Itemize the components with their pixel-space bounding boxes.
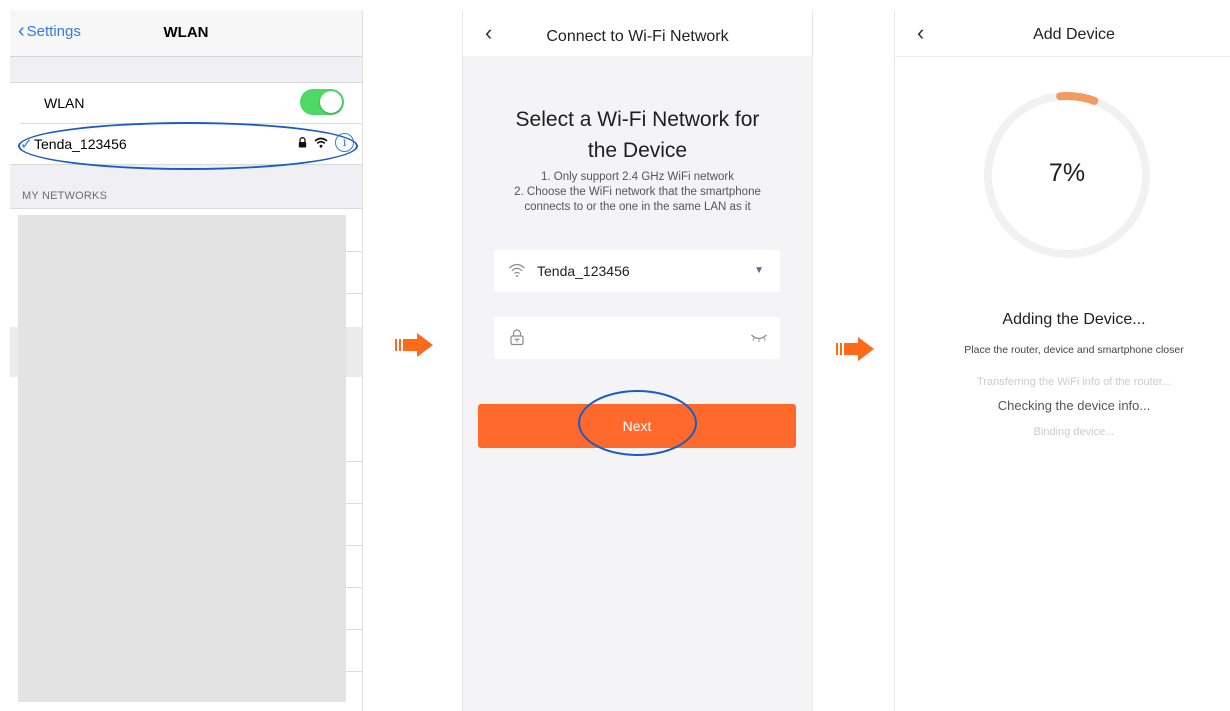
- app-nav-bar: ‹ Connect to Wi-Fi Network: [463, 10, 812, 56]
- checkmark-icon: ✓: [20, 136, 33, 153]
- eye-closed-icon[interactable]: [750, 332, 768, 344]
- note-line: 2. Choose the WiFi network that the smar…: [514, 186, 761, 198]
- progress-percent: 7%: [1048, 159, 1086, 187]
- next-button[interactable]: Next: [478, 404, 796, 448]
- my-networks-list: [10, 208, 362, 711]
- lock-icon: [298, 137, 307, 148]
- row-divider: [346, 251, 362, 252]
- row-divider: [346, 293, 362, 294]
- step-binding: Binding device...: [1033, 426, 1115, 438]
- status-subheading: Place the router, device and smartphone …: [964, 344, 1184, 356]
- wlan-group: WLAN ✓ Tenda_123456 i: [10, 82, 362, 165]
- network-name: Tenda_123456: [34, 136, 127, 152]
- wifi-icon: [509, 263, 525, 277]
- network-value: Tenda_123456: [537, 263, 630, 279]
- row-divider: [346, 503, 362, 504]
- heading-line: the Device: [587, 139, 688, 162]
- row-divider: [346, 461, 362, 462]
- wifi-signal-icon: [314, 137, 328, 148]
- page-title: WLAN: [163, 24, 209, 41]
- note-line: 1. Only support 2.4 GHz WiFi network: [540, 171, 734, 183]
- toggle-knob: [320, 91, 342, 113]
- heading-line: Select a Wi-Fi Network for: [515, 108, 760, 131]
- blurred-networks: [18, 215, 346, 702]
- step-transferring: Transferring the WiFi info of the router…: [976, 376, 1171, 388]
- wlan-label: WLAN: [44, 95, 85, 111]
- page-title: Add Device: [1033, 26, 1115, 43]
- network-select[interactable]: Tenda_123456 ▼: [494, 250, 780, 292]
- dropdown-arrow-icon: ▼: [754, 265, 764, 276]
- network-status-icons: i: [298, 133, 354, 152]
- page-title: Connect to Wi-Fi Network: [546, 28, 729, 45]
- section-header: MY NETWORKS: [22, 190, 108, 202]
- connected-network-row[interactable]: ✓ Tenda_123456 i: [20, 123, 362, 164]
- ios-wlan-screen: ‹ Settings WLAN WLAN ✓ Tenda_123456 i MY…: [10, 10, 363, 711]
- row-divider: [346, 545, 362, 546]
- arrow-right-icon: [836, 337, 874, 361]
- password-field[interactable]: [494, 317, 780, 359]
- row-divider: [346, 671, 362, 672]
- ios-nav-bar: ‹ Settings WLAN: [10, 10, 362, 57]
- lock-icon: [510, 329, 524, 346]
- wlan-toggle[interactable]: [300, 89, 344, 115]
- row-divider: [346, 629, 362, 630]
- row-divider: [346, 587, 362, 588]
- arrow-right-icon: [395, 333, 433, 357]
- add-device-screen: ‹ Add Device 7% Adding the Device... Pla…: [894, 10, 1230, 711]
- note-line: connects to or the one in the same LAN a…: [524, 201, 751, 213]
- status-heading: Adding the Device...: [1002, 311, 1146, 328]
- wlan-toggle-row: WLAN: [10, 83, 362, 123]
- connect-wifi-screen: ‹ Connect to Wi-Fi Network Select a Wi-F…: [462, 10, 813, 711]
- app-nav-bar: ‹ Add Device: [895, 10, 1230, 57]
- info-icon[interactable]: i: [335, 133, 354, 152]
- section-heading: Select a Wi-Fi Network for the Device: [463, 104, 812, 166]
- requirements-note: 1. Only support 2.4 GHz WiFi network 2. …: [463, 170, 812, 215]
- step-checking: Checking the device info...: [997, 398, 1151, 413]
